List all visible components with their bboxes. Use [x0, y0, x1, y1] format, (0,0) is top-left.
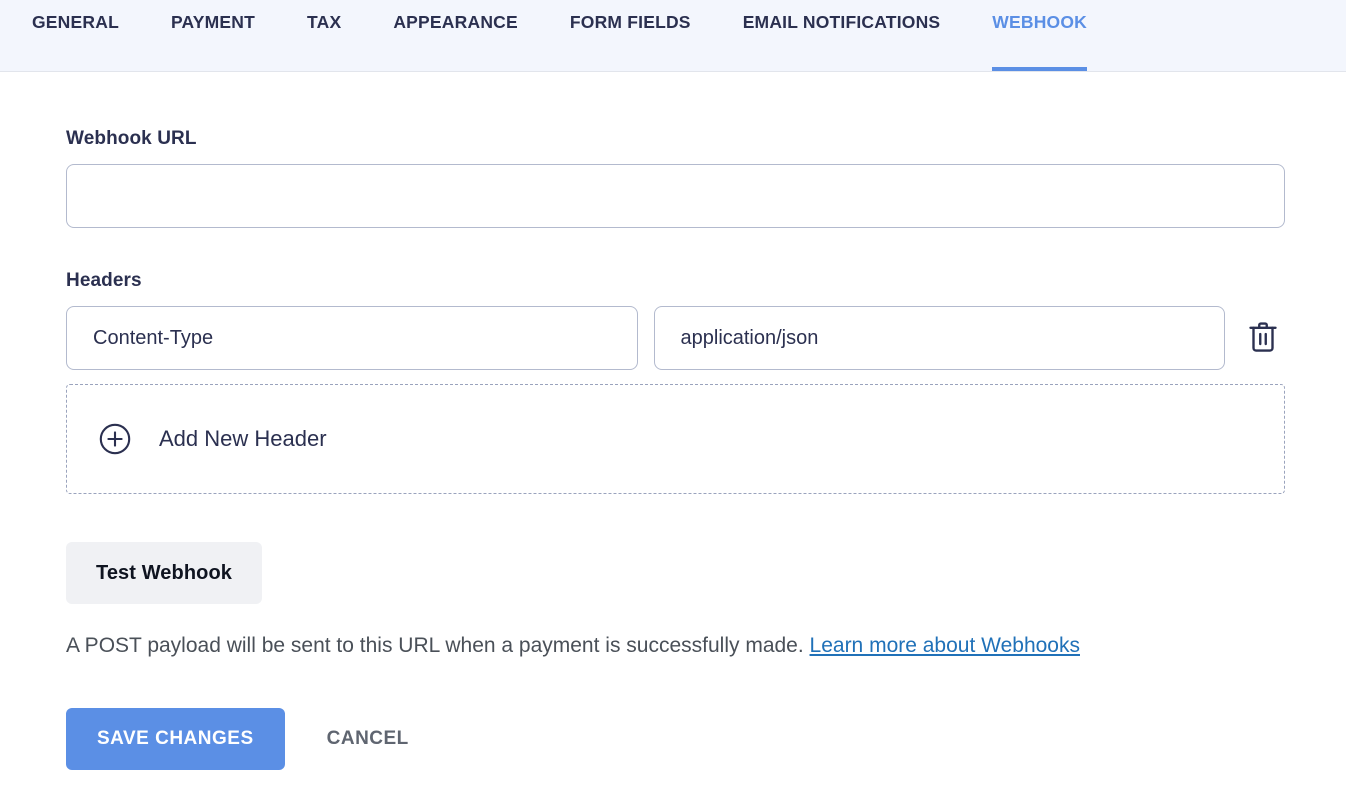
- tab-general[interactable]: GENERAL: [32, 0, 119, 71]
- settings-tab-bar: GENERAL PAYMENT TAX APPEARANCE FORM FIEL…: [0, 0, 1346, 72]
- save-changes-button[interactable]: SAVE CHANGES: [66, 708, 285, 771]
- webhook-description: A POST payload will be sent to this URL …: [66, 632, 1285, 660]
- header-value-input[interactable]: [653, 306, 1225, 370]
- learn-more-link[interactable]: Learn more about Webhooks: [810, 634, 1080, 657]
- webhook-url-input[interactable]: [66, 164, 1285, 228]
- add-new-header-button[interactable]: Add New Header: [66, 384, 1285, 494]
- tab-webhook[interactable]: WEBHOOK: [992, 0, 1087, 71]
- webhook-settings-panel: Webhook URL Headers Content-Type applica…: [0, 72, 1346, 771]
- cancel-button[interactable]: CANCEL: [327, 728, 409, 750]
- test-webhook-button[interactable]: Test Webhook: [66, 542, 263, 604]
- add-new-header-label: Add New Header: [159, 426, 327, 451]
- tab-payment[interactable]: PAYMENT: [171, 0, 255, 71]
- form-actions: SAVE CHANGES CANCEL: [66, 708, 1285, 771]
- plus-circle-icon: [97, 421, 133, 457]
- webhook-url-label: Webhook URL: [66, 128, 197, 149]
- tab-tax[interactable]: TAX: [307, 0, 341, 71]
- headers-label: Headers: [66, 270, 142, 291]
- webhook-description-text: A POST payload will be sent to this URL …: [66, 634, 804, 657]
- tab-form-fields[interactable]: FORM FIELDS: [570, 0, 691, 71]
- header-key-input[interactable]: [66, 306, 638, 370]
- trash-icon: [1248, 320, 1278, 357]
- header-row: [66, 306, 1285, 370]
- webhook-form: Webhook URL Headers Content-Type applica…: [66, 128, 1285, 771]
- tab-appearance[interactable]: APPEARANCE: [393, 0, 518, 71]
- tab-email-notifications[interactable]: EMAIL NOTIFICATIONS: [743, 0, 941, 71]
- delete-header-button[interactable]: [1241, 313, 1285, 363]
